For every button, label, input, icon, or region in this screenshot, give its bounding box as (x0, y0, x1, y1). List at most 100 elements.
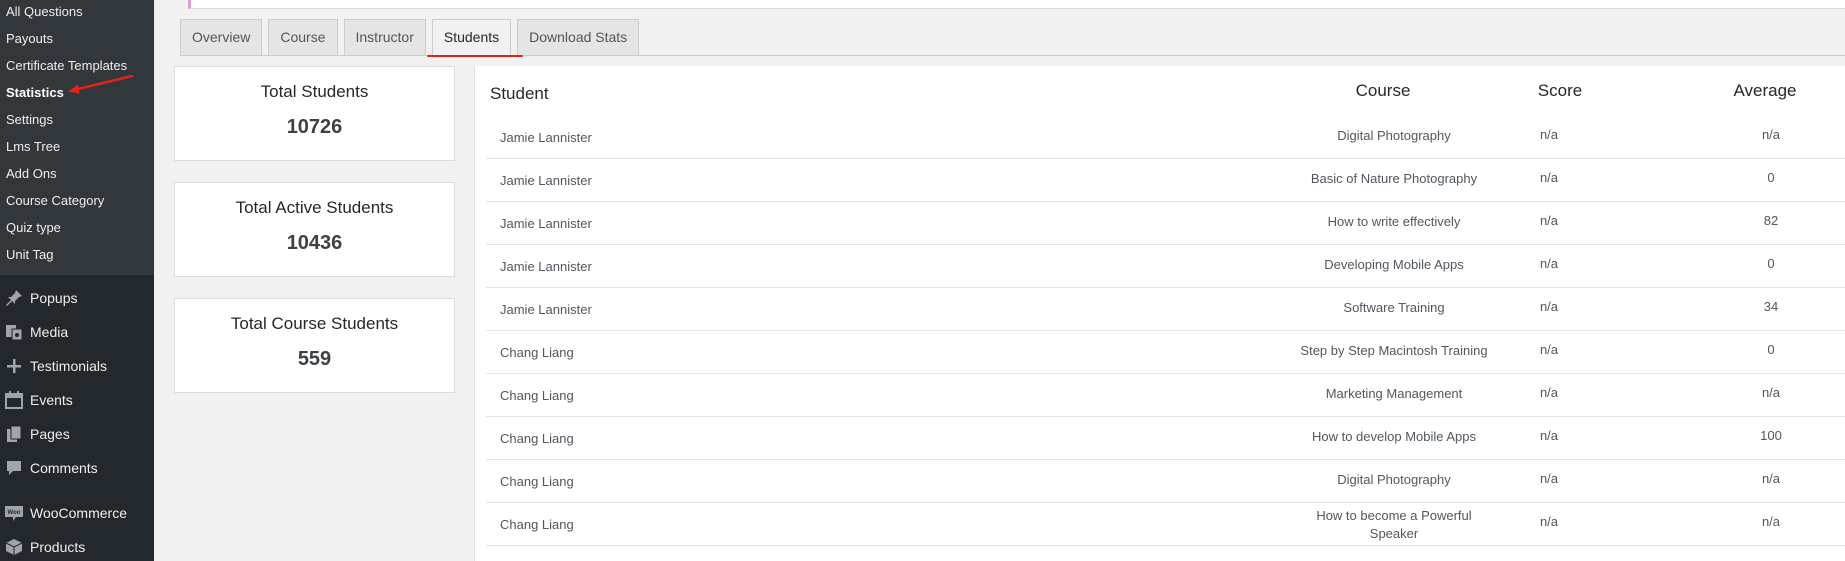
menu-woocommerce[interactable]: Woo WooCommerce (0, 496, 154, 530)
menu-label: Events (30, 392, 73, 408)
table-row: Chang Liang Marketing Management n/a n/a (486, 374, 1845, 417)
column-header-student: Student (490, 84, 549, 103)
stat-card-value: 559 (297, 348, 332, 370)
cell-score: n/a (1539, 170, 1559, 185)
students-table: Student Course Score Average Jamie Lanni… (474, 66, 1845, 561)
stat-card-total-course-students: Total Course Students 559 (174, 298, 455, 393)
active-tab-annotation-underline (427, 55, 523, 57)
cell-course: Basic of Nature Photography (1310, 171, 1478, 186)
tab-students[interactable]: Students (431, 19, 512, 55)
submenu-add-ons[interactable]: Add Ons (0, 162, 154, 189)
main-content: Overview Course Instructor Students Down… (154, 0, 1845, 561)
menu-pages[interactable]: Pages (0, 417, 154, 451)
submenu-settings[interactable]: Settings (0, 108, 154, 135)
cell-average: 100 (1760, 428, 1782, 443)
stat-card-title: Total Active Students (235, 198, 394, 217)
cell-course: Digital Photography (1337, 472, 1451, 487)
pin-icon (4, 288, 24, 308)
cell-average: 0 (1767, 256, 1775, 271)
cell-average: n/a (1761, 514, 1781, 529)
menu-popups[interactable]: Popups (0, 281, 154, 315)
stat-card-total-active-students: Total Active Students 10436 (174, 182, 455, 277)
cell-score: n/a (1539, 256, 1559, 271)
cell-student: Chang Liang (500, 388, 574, 403)
lms-submenu: All Questions Payouts Certificate Templa… (0, 0, 154, 275)
cell-score: n/a (1539, 127, 1559, 142)
cell-average: n/a (1761, 385, 1781, 400)
table-row: Jamie Lannister Developing Mobile Apps n… (486, 245, 1845, 288)
column-header-course: Course (1355, 81, 1411, 100)
menu-label: Comments (30, 460, 98, 476)
cell-student: Jamie Lannister (500, 130, 592, 145)
calendar-icon (4, 390, 24, 410)
tab-instructor[interactable]: Instructor (343, 19, 426, 55)
stats-tabs: Overview Course Instructor Students Down… (180, 19, 645, 56)
menu-label: Media (30, 324, 69, 340)
submenu-payouts[interactable]: Payouts (0, 27, 154, 54)
cell-average: 0 (1767, 170, 1775, 185)
main-menu: Popups Media Testimonials Events Pages C… (0, 275, 154, 561)
menu-products[interactable]: Products (0, 530, 154, 561)
stat-card-value: 10726 (286, 116, 343, 138)
menu-label: Testimonials (30, 358, 108, 374)
cell-course: Step by Step Macintosh Training (1300, 343, 1488, 358)
cell-average: 82 (1763, 213, 1779, 228)
cell-course: Developing Mobile Apps (1324, 257, 1464, 272)
pages-icon (4, 424, 24, 444)
plus-icon (4, 356, 24, 376)
cell-student: Chang Liang (500, 345, 574, 360)
cell-average: 34 (1763, 299, 1779, 314)
table-row: Jamie Lannister Basic of Nature Photogra… (486, 159, 1845, 202)
table-row: Chang Liang How to develop Mobile Apps n… (486, 417, 1845, 460)
cell-course: How to write effectively (1327, 214, 1461, 229)
box-icon (4, 537, 24, 557)
table-row: Jamie Lannister Digital Photography n/a … (486, 116, 1845, 159)
submenu-unit-tag[interactable]: Unit Tag (0, 243, 154, 270)
submenu-lms-tree[interactable]: Lms Tree (0, 135, 154, 162)
menu-label: Pages (30, 426, 70, 442)
woocommerce-icon: Woo (4, 503, 24, 523)
cell-course: How to become a Powerful Speaker (1316, 508, 1472, 541)
stat-card-title: Total Students (260, 82, 369, 101)
annotation-arrow-icon (68, 74, 134, 94)
cell-average: n/a (1761, 127, 1781, 142)
tab-download-stats[interactable]: Download Stats (517, 19, 640, 55)
cell-average: n/a (1761, 471, 1781, 486)
menu-label: Products (30, 539, 86, 555)
cell-student: Jamie Lannister (500, 259, 592, 274)
cell-student: Jamie Lannister (500, 173, 592, 188)
cell-score: n/a (1539, 428, 1559, 443)
menu-media[interactable]: Media (0, 315, 154, 349)
cell-student: Jamie Lannister (500, 216, 592, 231)
menu-label: Popups (30, 290, 78, 306)
top-notice-bar (188, 0, 1845, 9)
cell-score: n/a (1539, 342, 1559, 357)
cell-course: How to develop Mobile Apps (1311, 429, 1477, 444)
table-row: Jamie Lannister How to write effectively… (486, 202, 1845, 245)
table-row: Chang Liang Digital Photography n/a n/a (486, 460, 1845, 503)
cell-student: Jamie Lannister (500, 302, 592, 317)
column-header-average: Average (1733, 81, 1797, 100)
cell-score: n/a (1539, 514, 1559, 529)
woocommerce-icon-text: Woo (8, 510, 21, 516)
menu-comments[interactable]: Comments (0, 451, 154, 485)
submenu-course-category[interactable]: Course Category (0, 189, 154, 216)
cell-score: n/a (1539, 385, 1559, 400)
submenu-all-questions[interactable]: All Questions (0, 0, 154, 27)
menu-events[interactable]: Events (0, 383, 154, 417)
cell-course: Marketing Management (1325, 386, 1463, 401)
cell-course: Digital Photography (1337, 128, 1451, 143)
tab-overview[interactable]: Overview (180, 19, 263, 55)
cell-score: n/a (1539, 299, 1559, 314)
tab-course[interactable]: Course (268, 19, 338, 55)
submenu-quiz-type[interactable]: Quiz type (0, 216, 154, 243)
comment-icon (4, 458, 24, 478)
cell-student: Chang Liang (500, 517, 574, 532)
table-row: Chang Liang Step by Step Macintosh Train… (486, 331, 1845, 374)
cell-course: Software Training (1343, 300, 1445, 315)
menu-label: WooCommerce (30, 505, 127, 521)
cell-score: n/a (1539, 471, 1559, 486)
menu-testimonials[interactable]: Testimonials (0, 349, 154, 383)
media-icon (4, 322, 24, 342)
stat-card-value: 10436 (286, 232, 343, 254)
